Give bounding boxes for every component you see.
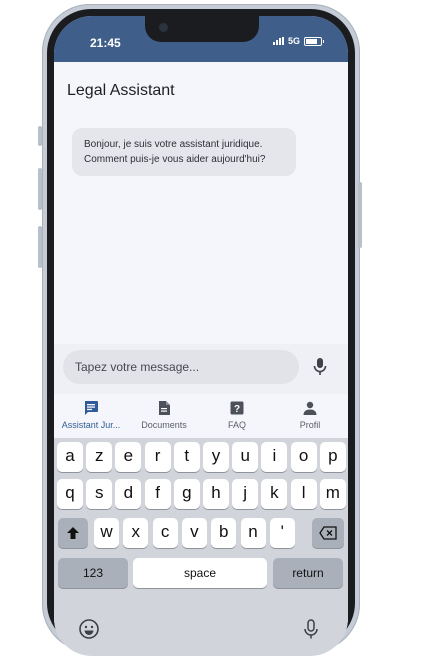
- nav-item-documents[interactable]: Documents: [127, 394, 201, 438]
- person-icon: [302, 400, 318, 416]
- key-v[interactable]: v: [181, 518, 207, 548]
- status-indicators: 5G: [272, 36, 324, 46]
- svg-text:?: ?: [234, 404, 240, 415]
- key-d[interactable]: d: [115, 479, 142, 509]
- key-o[interactable]: o: [290, 442, 317, 472]
- key-t[interactable]: t: [173, 442, 200, 472]
- key-u[interactable]: u: [232, 442, 259, 472]
- assistant-message-bubble: Bonjour, je suis votre assistant juridiq…: [72, 128, 296, 176]
- network-label: 5G: [287, 36, 300, 46]
- nav-item-label: Profil: [299, 420, 321, 430]
- status-time: 21:45: [90, 36, 121, 50]
- nav-item-assistant[interactable]: Assistant Jur...: [54, 394, 128, 438]
- key-w[interactable]: w: [94, 518, 119, 548]
- key-a[interactable]: a: [57, 442, 83, 472]
- key-k[interactable]: k: [261, 479, 288, 509]
- key-g[interactable]: g: [173, 479, 200, 509]
- key-p[interactable]: p: [319, 442, 346, 472]
- nav-item-label: Assistant Jur...: [61, 420, 121, 430]
- signal-icon: [272, 37, 284, 45]
- key-b[interactable]: b: [211, 518, 237, 548]
- key-m[interactable]: m: [319, 479, 346, 509]
- backspace-key[interactable]: [312, 518, 344, 548]
- shift-key[interactable]: [58, 518, 88, 548]
- key-x[interactable]: x: [123, 518, 149, 548]
- nav-item-label: FAQ: [227, 420, 246, 430]
- key-r[interactable]: r: [144, 442, 171, 472]
- key-l[interactable]: l: [290, 479, 317, 509]
- phone-screen: 21:45 5G Legal Assistant Bonjour, je sui…: [54, 16, 348, 656]
- key-n[interactable]: n: [240, 518, 266, 548]
- power-button: [358, 182, 362, 248]
- key-i[interactable]: i: [261, 442, 288, 472]
- key-y[interactable]: y: [203, 442, 229, 472]
- chat-icon: [83, 400, 99, 416]
- key-z[interactable]: z: [86, 442, 113, 472]
- numbers-key[interactable]: 123: [58, 558, 128, 588]
- microphone-icon[interactable]: [310, 356, 330, 378]
- volume-up-button: [38, 168, 42, 210]
- return-key[interactable]: return: [273, 558, 343, 588]
- key-c[interactable]: c: [152, 518, 178, 548]
- document-icon: [156, 400, 172, 416]
- key-h[interactable]: h: [203, 479, 229, 509]
- notch: [145, 16, 259, 42]
- nav-item-profile[interactable]: Profil: [273, 394, 347, 438]
- nav-item-label: Documents: [141, 420, 187, 430]
- help-icon: ?: [229, 400, 245, 416]
- key-j[interactable]: j: [232, 479, 259, 509]
- battery-icon: [304, 36, 324, 46]
- status-bar: 21:45 5G: [54, 16, 348, 62]
- composer-bar: [54, 344, 348, 394]
- dictation-microphone-icon[interactable]: [300, 618, 322, 640]
- volume-down-button: [38, 226, 42, 268]
- nav-item-faq[interactable]: ? FAQ: [200, 394, 274, 438]
- camera-icon: [159, 23, 168, 32]
- space-key[interactable]: space: [133, 558, 267, 588]
- key-apostrophe[interactable]: ': [269, 518, 295, 548]
- on-screen-keyboard: azertyuiop qsdfghjklm w x c v b n ' 123 space …: [54, 438, 348, 656]
- key-s[interactable]: s: [86, 479, 113, 509]
- page-title: Legal Assistant: [67, 82, 175, 99]
- bottom-navigation: Assistant Jur... Documents ? FAQ Profil: [54, 394, 348, 438]
- key-f[interactable]: f: [144, 479, 171, 509]
- emoji-icon[interactable]: [78, 618, 100, 640]
- key-q[interactable]: q: [57, 479, 83, 509]
- mute-switch: [38, 126, 42, 146]
- message-input[interactable]: [63, 350, 299, 384]
- key-e[interactable]: e: [115, 442, 142, 472]
